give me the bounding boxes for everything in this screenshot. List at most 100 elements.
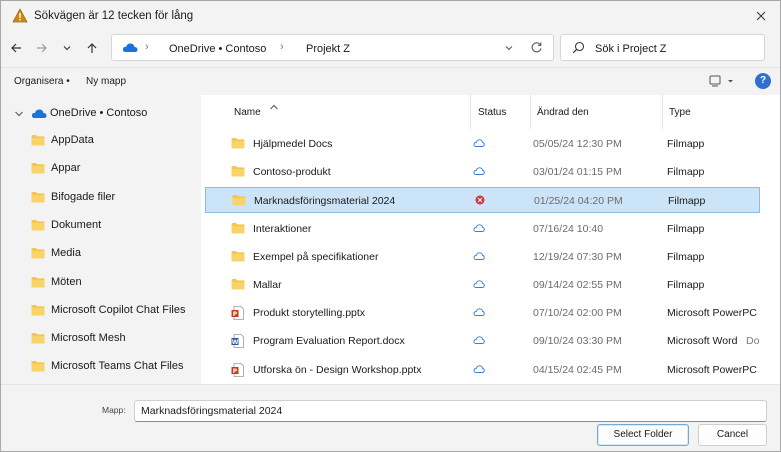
file-type: Filmapp bbox=[667, 250, 705, 263]
sidebar-item-label: AppData bbox=[51, 134, 94, 146]
onedrive-cloud-icon bbox=[31, 109, 47, 118]
cancel-button[interactable]: Cancel bbox=[698, 424, 767, 446]
breadcrumb-separator: › bbox=[145, 41, 149, 53]
cloud-status-icon bbox=[473, 280, 485, 288]
folder-icon bbox=[31, 333, 45, 344]
new-folder-button[interactable]: Ny mapp bbox=[86, 76, 126, 87]
breadcrumb-onedrive[interactable]: OneDrive • Contoso bbox=[169, 43, 266, 55]
file-row[interactable]: W Program Evaluation Report.docx 09/10/24 … bbox=[205, 328, 760, 354]
file-type: Microsoft Word bbox=[667, 335, 738, 348]
chevron-down-icon[interactable] bbox=[14, 110, 24, 118]
sidebar-item-microsoft-copilot-chat-files[interactable]: Microsoft Copilot Chat Files bbox=[1, 299, 200, 323]
tree-root-label: OneDrive • Contoso bbox=[50, 107, 148, 119]
search-icon bbox=[572, 41, 585, 54]
breadcrumb-projekt-z[interactable]: Projekt Z bbox=[306, 43, 350, 55]
cloud-status-icon bbox=[473, 252, 485, 260]
close-icon bbox=[756, 11, 766, 21]
folder-icon bbox=[231, 250, 245, 262]
sidebar-item-media[interactable]: Media bbox=[1, 242, 200, 266]
folder-name-field[interactable]: Marknadsföringsmaterial 2024 bbox=[134, 400, 767, 422]
sidebar-item-label: Media bbox=[51, 247, 81, 260]
sidebar-item-möten[interactable]: Möten bbox=[1, 271, 200, 295]
sidebar-item-label: Möten bbox=[51, 275, 82, 288]
file-name: Interaktioner bbox=[253, 222, 312, 235]
chevron-down-icon bbox=[63, 46, 71, 51]
file-row[interactable]: Exempel på specifikationer 12/19/24 07:30… bbox=[205, 244, 760, 270]
file-type: Filmapp bbox=[667, 138, 705, 150]
navigation-bar: › OneDrive • Contoso › Projekt Z Sök i P… bbox=[1, 31, 780, 67]
help-button[interactable]: ? bbox=[755, 73, 771, 89]
file-row[interactable]: Mallar 09/14/24 02:55 PM Filmapp bbox=[205, 272, 760, 298]
arrow-right-icon bbox=[37, 43, 47, 53]
recent-locations-button[interactable] bbox=[56, 37, 78, 59]
command-bar: Organisera • Ny mapp ? bbox=[1, 67, 780, 95]
sidebar-item-label: Microsoft Mesh bbox=[51, 332, 126, 345]
file-modified-date: 09/10/24 03:30 PM bbox=[533, 335, 622, 348]
file-row[interactable]: Contoso-produkt 03/01/24 01:15 PM Filmapp bbox=[205, 159, 760, 185]
file-name: Marknadsföringsmaterial 2024 bbox=[254, 195, 396, 208]
file-row[interactable]: P Produkt storytelling.pptx 07/10/24 02:00… bbox=[205, 300, 760, 326]
sidebar-item-label: Microsoft Teams Chat Files bbox=[51, 360, 184, 373]
sidebar-item-bifogade-filer[interactable]: Bifogade filer bbox=[1, 186, 200, 210]
up-button[interactable] bbox=[81, 37, 103, 59]
address-bar[interactable]: › OneDrive • Contoso › Projekt Z bbox=[111, 34, 554, 61]
window-title: Sökvägen är 12 tecken för lång bbox=[34, 10, 194, 22]
file-type: Filmapp bbox=[668, 195, 706, 208]
organize-menu[interactable]: Organisera • bbox=[14, 76, 70, 87]
sync-error-icon bbox=[475, 195, 485, 205]
folder-icon bbox=[31, 191, 45, 203]
column-divider[interactable] bbox=[470, 95, 471, 129]
file-type: Microsoft PowerPC bbox=[667, 307, 757, 320]
file-row[interactable]: Interaktioner 07/16/24 10:40 Filmapp bbox=[205, 216, 760, 242]
view-options-button[interactable] bbox=[707, 74, 737, 90]
file-extra-column: Do bbox=[746, 335, 760, 348]
column-header-type[interactable]: Type bbox=[669, 107, 691, 118]
file-name: Mallar bbox=[253, 279, 282, 291]
word-file-icon: W bbox=[231, 334, 244, 349]
column-divider[interactable] bbox=[662, 95, 663, 129]
svg-text:W: W bbox=[232, 339, 239, 346]
sidebar-item-appdata[interactable]: AppData bbox=[1, 129, 200, 153]
column-header-modified[interactable]: Ändrad den bbox=[537, 107, 589, 118]
file-row[interactable]: P Utforska ön - Design Workshop.pptx 04/15… bbox=[205, 357, 760, 383]
tree-root-onedrive[interactable]: OneDrive • Contoso bbox=[1, 102, 200, 126]
file-modified-date: 05/05/24 12:30 PM bbox=[533, 138, 622, 150]
file-row[interactable]: Marknadsföringsmaterial 2024 01/25/24 04:… bbox=[205, 187, 760, 214]
sidebar-item-microsoft-teams-chat-files[interactable]: Microsoft Teams Chat Files bbox=[1, 355, 200, 379]
folder-icon bbox=[31, 219, 45, 231]
back-button[interactable] bbox=[5, 37, 27, 59]
address-dropdown-icon[interactable] bbox=[504, 43, 514, 53]
file-modified-date: 03/01/24 01:15 PM bbox=[533, 166, 622, 179]
folder-icon bbox=[31, 304, 45, 316]
column-header-status[interactable]: Status bbox=[478, 107, 506, 118]
search-box[interactable]: Sök i Project Z bbox=[560, 34, 765, 61]
cloud-status-icon bbox=[473, 167, 485, 176]
cloud-status-icon bbox=[473, 308, 485, 317]
powerpoint-file-icon: P bbox=[231, 362, 244, 377]
sidebar-item-microsoft-mesh[interactable]: Microsoft Mesh bbox=[1, 327, 200, 351]
sidebar-item-dokument[interactable]: Dokument bbox=[1, 214, 200, 238]
folder-icon bbox=[231, 279, 245, 290]
arrow-up-icon bbox=[87, 43, 97, 53]
close-button[interactable] bbox=[746, 3, 776, 29]
sidebar-item-appar[interactable]: Appar bbox=[1, 157, 200, 181]
cloud-status-icon bbox=[473, 139, 485, 147]
search-input[interactable]: Sök i Project Z bbox=[595, 43, 667, 55]
folder-icon bbox=[231, 138, 245, 149]
refresh-icon[interactable] bbox=[530, 41, 543, 54]
sidebar-item-label: Bifogade filer bbox=[51, 190, 116, 203]
select-folder-button[interactable]: Select Folder bbox=[597, 424, 689, 446]
file-modified-date: 09/14/24 02:55 PM bbox=[533, 279, 622, 291]
file-row[interactable]: Hjälpmedel Docs 05/05/24 12:30 PM Filmapp bbox=[205, 131, 760, 157]
svg-text:P: P bbox=[233, 311, 238, 318]
column-divider[interactable] bbox=[530, 95, 531, 129]
folder-icon bbox=[31, 135, 45, 146]
column-header-name[interactable]: Name bbox=[234, 107, 261, 118]
folder-icon bbox=[31, 361, 45, 372]
file-dialog-window: Sökvägen är 12 tecken för lång › OneDriv… bbox=[0, 0, 781, 452]
file-type: Filmapp bbox=[667, 279, 705, 291]
file-name: Utforska ön - Design Workshop.pptx bbox=[253, 363, 422, 376]
forward-button[interactable] bbox=[31, 37, 53, 59]
file-type: Filmapp bbox=[667, 166, 705, 179]
folder-icon bbox=[232, 195, 246, 206]
